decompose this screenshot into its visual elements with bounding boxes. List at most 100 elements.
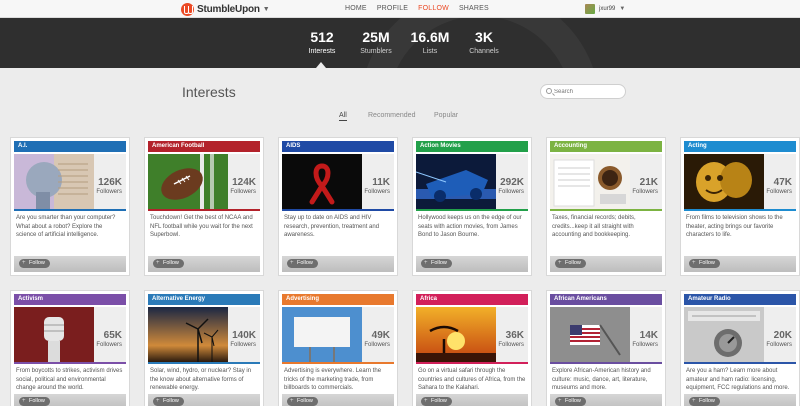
follow-button[interactable]: Follow: [153, 397, 184, 406]
interest-media[interactable]: 292K Followers: [416, 154, 528, 209]
interest-description: From films to television shows to the th…: [686, 215, 783, 238]
interest-description: Taxes, financial records; debits, credit…: [552, 215, 636, 238]
follower-count: 36K Followers: [498, 330, 524, 349]
followers-label: Followers: [230, 189, 256, 195]
interest-card[interactable]: African Americans 14K Followers Explore Afr…: [546, 290, 666, 406]
interest-media[interactable]: 49K Followers: [282, 307, 394, 362]
search-input[interactable]: [554, 86, 622, 97]
nav-profile[interactable]: PROFILE: [372, 0, 413, 18]
user-menu[interactable]: jxur99 ▼: [585, 2, 625, 16]
nav-follow[interactable]: FOLLOW: [413, 0, 454, 18]
follow-button[interactable]: Follow: [19, 259, 50, 268]
card-footer: Follow: [684, 394, 796, 406]
interest-image: [148, 307, 228, 362]
follow-button[interactable]: Follow: [19, 397, 50, 406]
interest-description: Stay up to date on AIDS and HIV research…: [284, 215, 380, 238]
card-footer: Follow: [416, 394, 528, 406]
interest-image: [550, 154, 630, 209]
follow-button[interactable]: Follow: [689, 259, 720, 268]
stat-channels[interactable]: 3K Channels: [454, 30, 514, 55]
interest-media[interactable]: 140K Followers: [148, 307, 260, 362]
interest-card[interactable]: Africa 36K Followers Go on a virtual safari…: [412, 290, 532, 406]
interest-title[interactable]: American Football: [148, 141, 260, 152]
card-footer: Follow: [550, 256, 662, 272]
interest-title[interactable]: A.I.: [14, 141, 126, 152]
interest-media[interactable]: 20K Followers: [684, 307, 796, 362]
follower-count-value: 49K: [371, 330, 390, 341]
card-footer: Follow: [148, 394, 260, 406]
followers-label: Followers: [766, 189, 792, 195]
follower-count-value: 126K: [98, 177, 122, 188]
tab-all[interactable]: All: [339, 112, 347, 121]
stat-interests[interactable]: 512 Interests: [292, 30, 352, 55]
interest-description: Solar, wind, hydro, or nuclear? Stay in …: [150, 368, 252, 391]
tab-recommended[interactable]: Recommended: [368, 112, 415, 119]
interest-image: [14, 154, 94, 209]
interest-media[interactable]: 14K Followers: [550, 307, 662, 362]
follower-count: 21K Followers: [632, 177, 658, 196]
tab-popular[interactable]: Popular: [434, 112, 458, 119]
stat-lists[interactable]: 16.6M Lists: [400, 30, 460, 55]
interest-image: [148, 154, 228, 209]
nav-home[interactable]: HOME: [340, 0, 372, 18]
stat-value: 16.6M: [410, 29, 450, 45]
interest-media[interactable]: 21K Followers: [550, 154, 662, 209]
interest-card[interactable]: American Football 124K Followers Touchdown!…: [144, 137, 264, 276]
interest-media[interactable]: 36K Followers: [416, 307, 528, 362]
follow-button[interactable]: Follow: [689, 397, 720, 406]
follower-count-value: 21K: [639, 177, 658, 188]
interest-title[interactable]: Acting: [684, 141, 796, 152]
interest-card[interactable]: A.I. 126K Followers Are you smarter than yo…: [10, 137, 130, 276]
follower-count-value: 47K: [773, 177, 792, 188]
interest-media[interactable]: 11K Followers: [282, 154, 394, 209]
nav-shares[interactable]: SHARES: [454, 0, 494, 18]
card-footer: Follow: [550, 394, 662, 406]
interest-card[interactable]: AIDS 11K Followers Stay up to date on AIDS …: [278, 137, 398, 276]
followers-label: Followers: [632, 342, 658, 348]
follower-count-value: 36K: [505, 330, 524, 341]
card-footer: Follow: [416, 256, 528, 272]
interest-card[interactable]: Amateur Radio 20K Followers Are you a ham? …: [680, 290, 800, 406]
brand-logo[interactable]: StumbleUpon ▼: [181, 2, 270, 16]
follow-button[interactable]: Follow: [555, 259, 586, 268]
interest-card[interactable]: Alternative Energy 140K Followers Solar, wi…: [144, 290, 264, 406]
follower-count-value: 20K: [773, 330, 792, 341]
follow-button[interactable]: Follow: [421, 397, 452, 406]
interest-title[interactable]: Accounting: [550, 141, 662, 152]
interest-media[interactable]: 126K Followers: [14, 154, 126, 209]
follow-button[interactable]: Follow: [287, 397, 318, 406]
interest-card[interactable]: Advertising 49K Followers Advertising is ev…: [278, 290, 398, 406]
interest-image: [282, 307, 362, 362]
followers-label: Followers: [96, 342, 122, 348]
follower-count-value: 11K: [372, 177, 390, 188]
follow-button[interactable]: Follow: [555, 397, 586, 406]
chevron-down-icon: ▼: [619, 6, 626, 12]
interest-card[interactable]: Action Movies 292K Followers Hollywood keep…: [412, 137, 532, 276]
follow-button[interactable]: Follow: [153, 259, 184, 268]
main-nav: HOME PROFILE FOLLOW SHARES: [340, 0, 494, 18]
interest-card[interactable]: Accounting 21K Followers Taxes, financial r…: [546, 137, 666, 276]
follow-button[interactable]: Follow: [421, 259, 452, 268]
interest-title[interactable]: Activism: [14, 294, 126, 305]
interest-media[interactable]: 65K Followers: [14, 307, 126, 362]
interest-title[interactable]: Amateur Radio: [684, 294, 796, 305]
search-box[interactable]: [540, 84, 626, 99]
interest-media[interactable]: 47K Followers: [684, 154, 796, 209]
interest-image: [416, 307, 496, 362]
interest-title[interactable]: Alternative Energy: [148, 294, 260, 305]
interest-title[interactable]: Africa: [416, 294, 528, 305]
interest-image: [416, 154, 496, 209]
interest-title[interactable]: Advertising: [282, 294, 394, 305]
stat-stumblers[interactable]: 25M Stumblers: [346, 30, 406, 55]
follow-button[interactable]: Follow: [287, 259, 318, 268]
interest-title[interactable]: AIDS: [282, 141, 394, 152]
avatar: [585, 4, 595, 14]
follower-count: 11K Followers: [364, 177, 390, 196]
interest-media[interactable]: 124K Followers: [148, 154, 260, 209]
interest-description: From boycotts to strikes, activism drive…: [16, 368, 123, 391]
interest-card[interactable]: Acting 47K Followers From films to televisi…: [680, 137, 800, 276]
interest-description: Touchdown! Get the best of NCAA and NFL …: [150, 215, 253, 238]
interest-card[interactable]: Activism 65K Followers From boycotts to str…: [10, 290, 130, 406]
interest-title[interactable]: African Americans: [550, 294, 662, 305]
interest-title[interactable]: Action Movies: [416, 141, 528, 152]
